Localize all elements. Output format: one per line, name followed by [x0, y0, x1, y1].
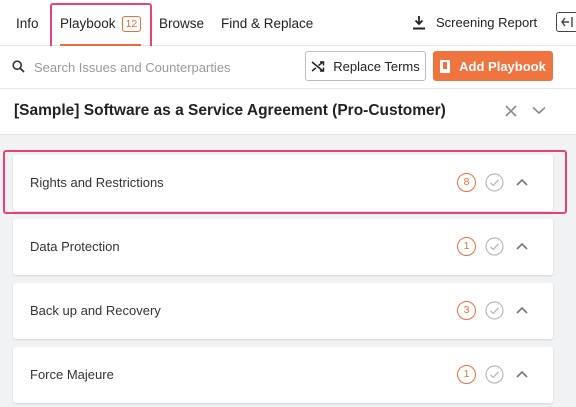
- check-circle-icon[interactable]: [485, 173, 504, 192]
- chevron-down-icon[interactable]: [532, 106, 546, 115]
- playbook-count-badge: 12: [121, 16, 142, 32]
- download-icon: [413, 15, 425, 29]
- document-title: [Sample] Software as a Service Agreement…: [14, 102, 446, 119]
- check-circle-icon[interactable]: [485, 237, 504, 256]
- tab-playbook[interactable]: Playbook 12: [60, 0, 142, 46]
- section-card-data-protection[interactable]: Data Protection 1: [13, 219, 553, 275]
- search-icon: [12, 60, 25, 73]
- issue-count-badge: 8: [457, 173, 476, 192]
- screening-report-label: Screening Report: [436, 14, 538, 30]
- search-input[interactable]: [34, 55, 284, 79]
- chevron-up-icon[interactable]: [516, 242, 528, 250]
- issue-count-badge: 1: [457, 237, 476, 256]
- issue-count-badge: 1: [457, 365, 476, 384]
- shuffle-icon: [311, 60, 325, 72]
- issue-count-badge: 3: [457, 301, 476, 320]
- panel-collapse-icon: [561, 17, 573, 27]
- section-card-rights-and-restrictions[interactable]: Rights and Restrictions 8: [13, 155, 553, 211]
- chevron-up-icon[interactable]: [516, 370, 528, 378]
- toolbar: Replace Terms Add Playbook: [0, 46, 576, 88]
- chevron-up-icon[interactable]: [516, 178, 528, 186]
- tab-info[interactable]: Info: [16, 0, 39, 46]
- replace-terms-button[interactable]: Replace Terms: [305, 51, 426, 81]
- tab-find-replace[interactable]: Find & Replace: [221, 0, 313, 46]
- book-icon: [440, 59, 451, 73]
- check-circle-icon[interactable]: [485, 365, 504, 384]
- section-label: Force Majeure: [30, 367, 114, 382]
- add-playbook-label: Add Playbook: [459, 58, 546, 74]
- section-label: Data Protection: [30, 239, 120, 254]
- section-card-back-up-and-recovery[interactable]: Back up and Recovery 3: [13, 283, 553, 339]
- top-nav: Info Playbook 12 Browse Find & Replace Sc…: [0, 0, 576, 46]
- section-label: Rights and Restrictions: [30, 175, 164, 190]
- document-header: [Sample] Software as a Service Agreement…: [0, 88, 576, 135]
- close-icon[interactable]: [504, 104, 518, 118]
- replace-terms-label: Replace Terms: [333, 58, 420, 74]
- tab-playbook-label: Playbook: [60, 16, 116, 31]
- section-label: Back up and Recovery: [30, 303, 161, 318]
- panel-collapse-button[interactable]: [556, 12, 576, 32]
- screening-report-button[interactable]: Screening Report: [412, 12, 537, 32]
- check-circle-icon[interactable]: [485, 301, 504, 320]
- add-playbook-button[interactable]: Add Playbook: [433, 51, 553, 81]
- tab-browse[interactable]: Browse: [159, 0, 204, 46]
- chevron-up-icon[interactable]: [516, 306, 528, 314]
- section-card-force-majeure[interactable]: Force Majeure 1: [13, 347, 553, 403]
